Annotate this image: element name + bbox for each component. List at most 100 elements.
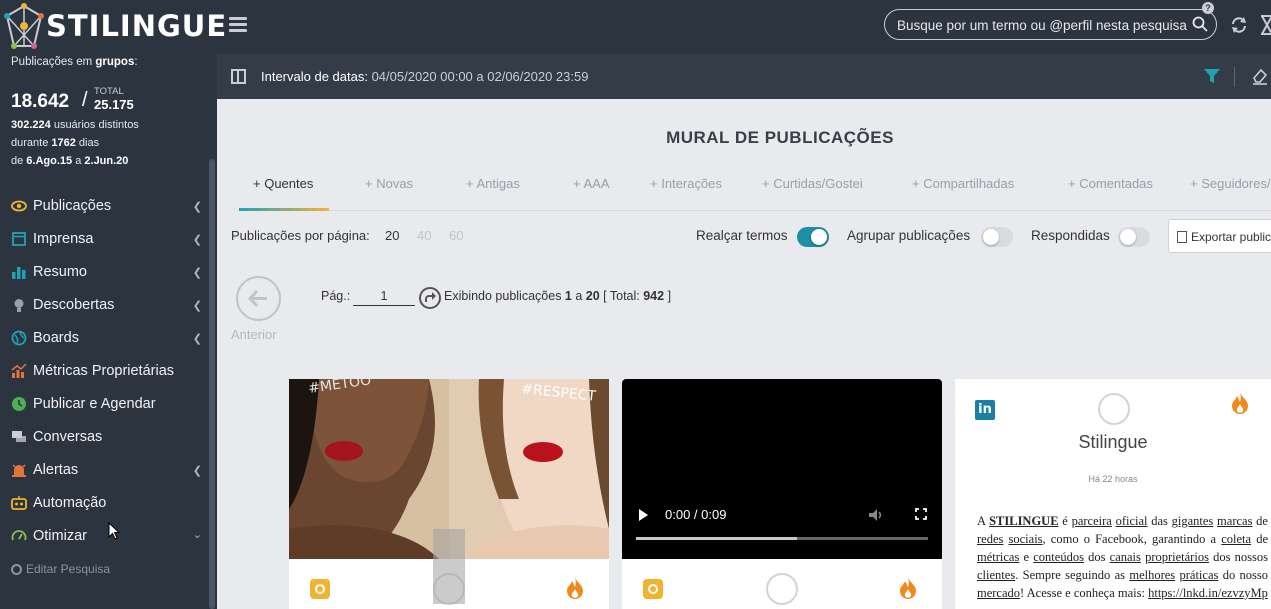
sidebar-item-resumo[interactable]: Resumo ❮ bbox=[0, 255, 209, 288]
drag-ghost-overlay bbox=[433, 529, 465, 604]
refresh-icon[interactable] bbox=[1229, 15, 1249, 35]
highlighted-term[interactable]: gigantes bbox=[1172, 514, 1214, 528]
alarm-icon bbox=[12, 463, 26, 477]
sidebar-item-label: Publicar e Agendar bbox=[33, 395, 156, 412]
highlight-terms-toggle[interactable] bbox=[797, 227, 829, 247]
hourglass-icon[interactable] bbox=[1260, 15, 1271, 35]
edit-search-link[interactable]: Editar Pesquisa bbox=[11, 562, 110, 576]
eraser-icon[interactable] bbox=[1251, 67, 1269, 85]
group-publications-toggle[interactable] bbox=[981, 227, 1013, 247]
per-page-option-60[interactable]: 60 bbox=[449, 228, 463, 243]
sidebar-item-label: Alertas bbox=[33, 461, 79, 478]
sidebar-item-alertas[interactable]: Alertas ❮ bbox=[0, 453, 209, 486]
post-time: Há 22 horas bbox=[1088, 474, 1138, 484]
highlighted-term[interactable]: clientes bbox=[977, 568, 1015, 582]
tab-3[interactable]: + AAA bbox=[573, 176, 610, 191]
chat-icon bbox=[12, 430, 26, 442]
text-segment: do nosso bbox=[1218, 568, 1269, 582]
group-publications-label: Agrupar publicações bbox=[847, 228, 971, 243]
volume-icon[interactable] bbox=[868, 507, 884, 523]
answered-toggle[interactable] bbox=[1118, 227, 1150, 247]
play-icon[interactable] bbox=[639, 509, 648, 521]
sidebar-item-conversas[interactable]: Conversas bbox=[0, 420, 209, 453]
fullscreen-icon[interactable] bbox=[915, 508, 927, 520]
tab-4[interactable]: + Interações bbox=[650, 176, 722, 191]
filter-icon[interactable] bbox=[1203, 67, 1221, 85]
sidebar-menu: Publicações ❮ Imprensa ❮ Resumo ❮ Descobertas ❮… bbox=[0, 189, 209, 552]
sidebar-item-publicar-e-agendar[interactable]: Publicar e Agendar bbox=[0, 387, 209, 420]
search-input[interactable] bbox=[897, 16, 1187, 34]
go-to-page-button[interactable] bbox=[419, 287, 441, 309]
text-segment: e bbox=[1019, 550, 1034, 564]
redo-arrow-icon bbox=[425, 292, 436, 302]
highlighted-term[interactable]: canais bbox=[1110, 550, 1141, 564]
per-page-label: Publicações por página: bbox=[231, 228, 370, 243]
help-icon[interactable]: ? bbox=[1202, 2, 1214, 14]
sidebar-item-boards[interactable]: Boards ❮ bbox=[0, 321, 209, 354]
robot-icon bbox=[11, 495, 27, 510]
export-button[interactable]: Exportar public bbox=[1168, 219, 1271, 253]
text-segment: é bbox=[1058, 514, 1072, 528]
menu-toggle-icon[interactable] bbox=[229, 17, 247, 35]
highlighted-term[interactable]: métricas bbox=[977, 550, 1019, 564]
highlighted-term[interactable]: parceira bbox=[1072, 514, 1112, 528]
author-avatar[interactable] bbox=[1098, 393, 1130, 425]
video-progress-bar[interactable] bbox=[636, 537, 928, 540]
sidebar-item-publicacoes[interactable]: Publicações ❮ bbox=[0, 189, 209, 222]
highlighted-term[interactable]: práticas bbox=[1180, 568, 1219, 582]
tab-8[interactable]: + Seguidores/ bbox=[1190, 176, 1271, 191]
author-name[interactable]: Stilingue bbox=[955, 432, 1271, 453]
text-segment: de bbox=[1251, 532, 1268, 546]
date-range-filter[interactable]: Intervalo de datas: 04/05/2020 00:00 a 0… bbox=[261, 69, 588, 84]
highlighted-term[interactable]: melhores bbox=[1129, 568, 1175, 582]
highlighted-term[interactable]: redes bbox=[977, 532, 1003, 546]
highlighted-term[interactable]: mercado bbox=[977, 586, 1020, 600]
video-player[interactable]: 0:00 / 0:09 bbox=[622, 379, 942, 559]
instagram-icon bbox=[310, 579, 330, 599]
settings-icon bbox=[11, 563, 22, 575]
sidebar-item-imprensa[interactable]: Imprensa ❮ bbox=[0, 222, 209, 255]
previous-page-button[interactable] bbox=[236, 276, 281, 321]
page-title: MURAL DE PUBLICAÇÕES bbox=[666, 128, 894, 147]
sidebar-item-metricas-proprietarias[interactable]: Métricas Proprietárias bbox=[0, 354, 209, 387]
tab-0[interactable]: + Quentes bbox=[253, 176, 313, 191]
highlighted-term[interactable]: coleta bbox=[1221, 532, 1251, 546]
highlighted-term[interactable]: conteúdos bbox=[1033, 550, 1084, 564]
sidebar-item-descobertas[interactable]: Descobertas ❮ bbox=[0, 288, 209, 321]
tab-1[interactable]: + Novas bbox=[365, 176, 413, 191]
bar-chart-icon bbox=[12, 266, 26, 279]
per-page-option-20[interactable]: 20 bbox=[385, 228, 399, 243]
sidebar-item-otimizar[interactable]: Otimizar ⌄ bbox=[0, 519, 209, 552]
mouse-cursor-icon bbox=[108, 522, 120, 540]
sidebar-item-automacao[interactable]: Automação bbox=[0, 486, 209, 519]
metrics-icon bbox=[11, 362, 27, 378]
tab-7[interactable]: + Comentadas bbox=[1068, 176, 1153, 191]
highlighted-term[interactable]: STILINGUE bbox=[989, 514, 1058, 528]
page-number-input[interactable] bbox=[353, 286, 415, 306]
layout-icon[interactable] bbox=[231, 69, 246, 84]
highlighted-term[interactable]: https://lnkd.in/ezvzyMp bbox=[1148, 586, 1268, 600]
highlighted-term[interactable]: oficial bbox=[1116, 514, 1148, 528]
text-segment: de bbox=[1252, 514, 1268, 528]
publication-card-linkedin[interactable]: in Stilingue Há 22 horas A STILINGUE é p… bbox=[955, 379, 1271, 609]
tab-2[interactable]: + Antigas bbox=[466, 176, 520, 191]
search-icon[interactable] bbox=[1192, 16, 1208, 32]
tab-6[interactable]: + Compartilhadas bbox=[912, 176, 1014, 191]
stats-separator: / bbox=[82, 89, 88, 111]
per-page-option-40[interactable]: 40 bbox=[417, 228, 431, 243]
top-bar: STILINGUE ? bbox=[0, 0, 1271, 54]
author-avatar[interactable] bbox=[766, 573, 798, 605]
post-text: A STILINGUE é parceira oficial das gigan… bbox=[977, 512, 1268, 602]
stilingue-logo-icon[interactable] bbox=[4, 2, 44, 52]
previous-label: Anterior bbox=[231, 327, 277, 342]
sidebar-scrollbar[interactable] bbox=[209, 159, 215, 609]
highlighted-term[interactable]: sociais bbox=[1009, 532, 1043, 546]
publication-count: 18.642 bbox=[11, 91, 70, 112]
sidebar-item-label: Descobertas bbox=[33, 296, 115, 313]
chevron-down-icon: ⌄ bbox=[192, 529, 202, 541]
tab-5[interactable]: + Curtidas/Gostei bbox=[762, 176, 863, 191]
highlighted-term[interactable]: proprietários bbox=[1145, 550, 1209, 564]
hot-fire-icon bbox=[567, 577, 583, 599]
highlighted-term[interactable]: marcas bbox=[1217, 514, 1252, 528]
publication-card-instagram-video[interactable]: 0:00 / 0:09 bbox=[622, 379, 942, 609]
